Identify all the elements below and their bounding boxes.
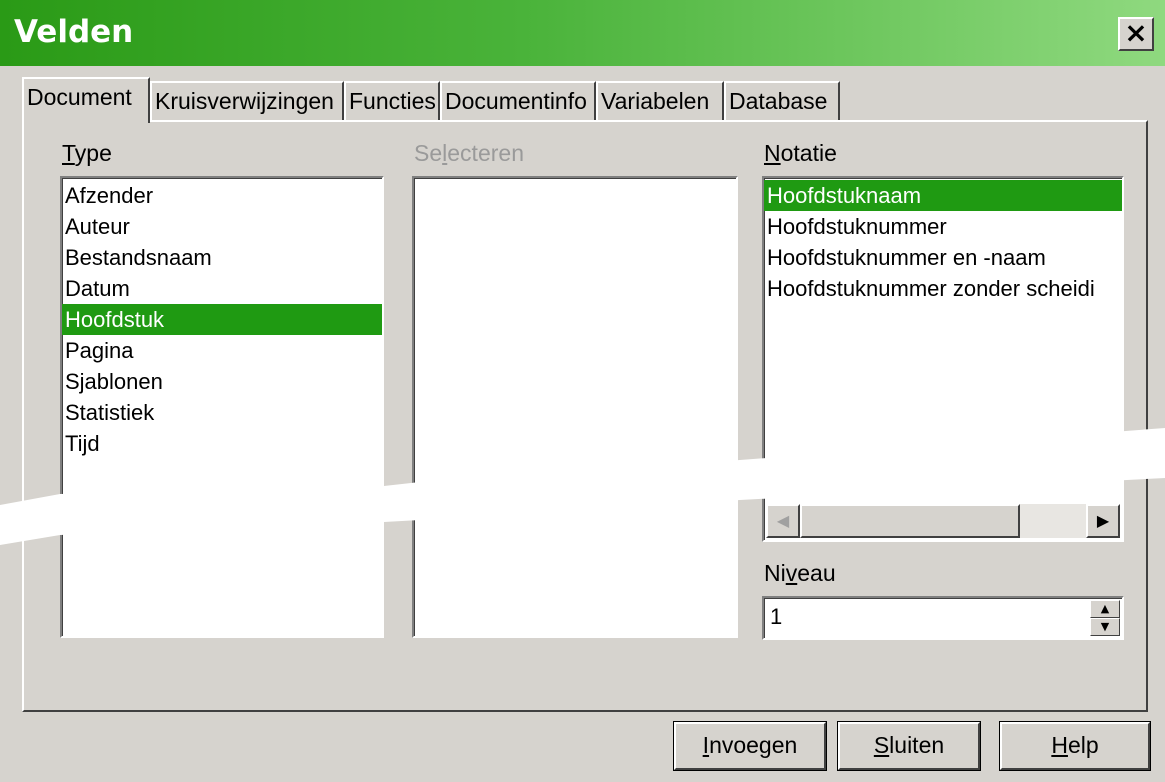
type-list-item[interactable]: Statistiek	[62, 397, 382, 428]
notatie-list-item[interactable]: Hoofdstuknaam	[764, 180, 1122, 211]
niveau-spinbox[interactable]: 1 ▲ ▼	[762, 596, 1124, 640]
arrow-right-icon: ▶	[1096, 511, 1110, 530]
niveau-value[interactable]: 1	[770, 604, 782, 630]
arrow-up-icon: ▲	[1100, 602, 1110, 615]
type-list-item[interactable]: Sjablonen	[62, 366, 382, 397]
tab-document[interactable]: Document	[22, 77, 150, 123]
type-list[interactable]: Afzender Auteur Bestandsnaam Datum Hoofdstuk…	[60, 176, 384, 638]
scroll-left-button[interactable]: ◀	[766, 504, 800, 538]
close-icon: ×	[1124, 16, 1148, 49]
spin-buttons: ▲ ▼	[1090, 600, 1120, 636]
insert-button[interactable]: Invoegen	[674, 722, 826, 770]
title-bar: Velden ×	[0, 0, 1165, 66]
type-list-item[interactable]: Auteur	[62, 211, 382, 242]
select-list[interactable]	[412, 176, 738, 638]
scroll-thumb[interactable]	[800, 504, 1020, 538]
notatie-hscroll[interactable]: ◀ ▶	[766, 504, 1120, 538]
notatie-list[interactable]: Hoofdstuknaam Hoofdstuknummer Hoofdstuknum…	[762, 176, 1124, 542]
tab-database[interactable]: Database	[724, 81, 840, 121]
close-dialog-button[interactable]: Sluiten	[838, 722, 980, 770]
arrow-left-icon: ◀	[776, 511, 790, 530]
type-items: Afzender Auteur Bestandsnaam Datum Hoofdstuk…	[62, 178, 382, 459]
type-list-item[interactable]: Pagina	[62, 335, 382, 366]
notatie-list-item[interactable]: Hoofdstuknummer zonder scheidi	[764, 273, 1122, 304]
tab-variabelen[interactable]: Variabelen	[596, 81, 724, 121]
notatie-list-item[interactable]: Hoofdstuknummer	[764, 211, 1122, 242]
arrow-down-icon: ▼	[1100, 620, 1110, 633]
tab-kruisverwijzingen[interactable]: Kruisverwijzingen	[150, 81, 344, 121]
type-list-item[interactable]: Datum	[62, 273, 382, 304]
help-button[interactable]: Help	[1000, 722, 1150, 770]
notatie-list-item[interactable]: Hoofdstuknummer en -naam	[764, 242, 1122, 273]
type-label: Type	[62, 140, 112, 166]
spin-down-button[interactable]: ▼	[1090, 618, 1120, 636]
tab-documentinfo[interactable]: Documentinfo	[440, 81, 596, 121]
notatie-label: Notatie	[764, 140, 837, 166]
type-list-item[interactable]: Afzender	[62, 180, 382, 211]
type-list-item[interactable]: Hoofdstuk	[62, 304, 382, 335]
type-list-item[interactable]: Tijd	[62, 428, 382, 459]
scroll-right-button[interactable]: ▶	[1086, 504, 1120, 538]
niveau-label: Niveau	[764, 560, 836, 586]
spin-up-button[interactable]: ▲	[1090, 600, 1120, 618]
type-list-item[interactable]: Bestandsnaam	[62, 242, 382, 273]
tab-functies[interactable]: Functies	[344, 81, 440, 121]
notatie-items: Hoofdstuknaam Hoofdstuknummer Hoofdstuknum…	[764, 178, 1122, 304]
dialog-title: Velden	[14, 14, 134, 50]
close-button[interactable]: ×	[1118, 17, 1154, 51]
select-label: Selecteren	[414, 140, 524, 166]
